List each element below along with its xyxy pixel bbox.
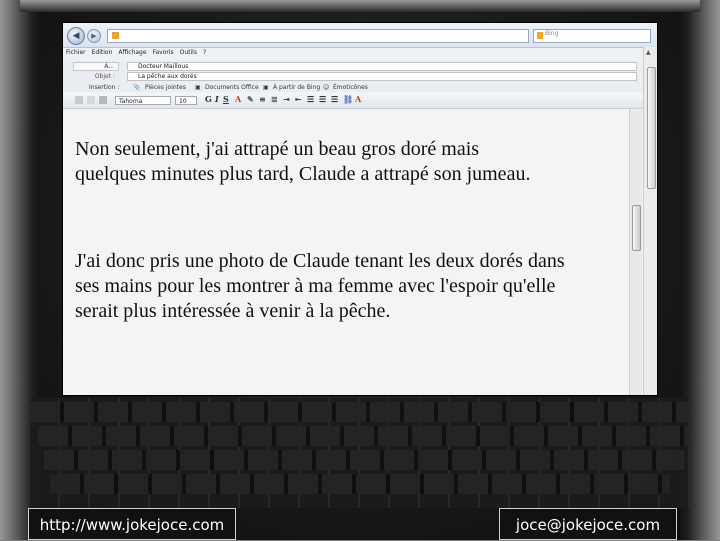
- laptop-screen: ◀ ▶ Bing Fichier Edition Affichage Favoris O…: [62, 22, 658, 396]
- message-paragraph-2: J'ai donc pris une photo de Claude tenan…: [75, 250, 565, 322]
- insert-label: Insertion :: [89, 84, 120, 91]
- align-center-icon[interactable]: ☰: [319, 94, 326, 104]
- address-field[interactable]: [107, 29, 529, 43]
- to-button[interactable]: À...: [73, 62, 119, 71]
- clear-format-icon[interactable]: A: [355, 94, 361, 104]
- window-scroll-thumb[interactable]: [647, 67, 656, 189]
- font-color-icon[interactable]: A: [235, 94, 241, 104]
- from-bing-link[interactable]: À partir de Bing: [273, 83, 320, 92]
- message-scrollbar[interactable]: [629, 109, 642, 395]
- subject-row: Objet : La pêche aux dorés: [63, 72, 657, 81]
- back-arrow-icon[interactable]: ◀: [67, 27, 85, 45]
- laptop-top-edge: [20, 0, 700, 12]
- scroll-up-icon[interactable]: ▲: [646, 49, 651, 56]
- key-row: [30, 402, 690, 422]
- highlight-icon[interactable]: ✎: [247, 94, 254, 104]
- paste-icon[interactable]: [99, 96, 107, 104]
- italic-icon[interactable]: I: [215, 94, 219, 104]
- key-row: [50, 474, 670, 494]
- window-scrollbar[interactable]: ▲: [643, 47, 657, 395]
- to-field[interactable]: Docteur Maillous: [127, 62, 637, 71]
- subject-field[interactable]: La pêche aux dorés: [127, 72, 637, 81]
- forward-arrow-icon[interactable]: ▶: [87, 29, 101, 43]
- message-body[interactable]: Non seulement, j'ai attrapé un beau gros…: [63, 109, 629, 395]
- message-scroll-thumb[interactable]: [632, 205, 641, 251]
- bing-link-icon: ▣: [263, 84, 269, 91]
- copy-icon[interactable]: [87, 96, 95, 104]
- office-icon: ▣: [195, 84, 201, 91]
- emoticon-icon: ☺: [323, 84, 330, 91]
- align-right-icon[interactable]: ☰: [331, 94, 338, 104]
- bold-icon[interactable]: G: [205, 94, 212, 104]
- website-url[interactable]: http://www.jokejoce.com: [28, 508, 236, 540]
- attachments-link[interactable]: Pièces jointes: [145, 83, 186, 92]
- cut-icon[interactable]: [75, 96, 83, 104]
- menu-item-edit[interactable]: Edition: [92, 49, 113, 56]
- office-docs-link[interactable]: Documents Office: [205, 83, 259, 92]
- emoticons-link[interactable]: Émoticônes: [333, 83, 368, 92]
- font-select[interactable]: Tahoma: [115, 96, 171, 105]
- link-icon[interactable]: ⛓: [343, 94, 353, 104]
- align-left-icon[interactable]: ☰: [307, 94, 314, 104]
- message-paragraph-1: Non seulement, j'ai attrapé un beau gros…: [75, 138, 531, 185]
- keyboard: [30, 398, 690, 508]
- numbered-list-icon[interactable]: ≣: [271, 94, 278, 104]
- size-select[interactable]: 10: [175, 96, 197, 105]
- search-label: Bing: [545, 30, 559, 37]
- outdent-icon[interactable]: ⇤: [295, 94, 302, 104]
- list-icon[interactable]: ≡: [259, 94, 266, 104]
- format-toolbar: Tahoma 10 G I S A ✎ ≡ ≣ ⇥ ⇤ ☰ ☰ ☰ ⛓ A: [63, 93, 657, 109]
- insert-row: Insertion : 📎 Pièces jointes ▣ Documents…: [63, 83, 657, 92]
- paperclip-icon: 📎: [133, 84, 141, 91]
- to-row: À... Docteur Maillous: [63, 62, 657, 71]
- subject-label: Objet :: [94, 73, 115, 80]
- page-icon: [112, 32, 119, 39]
- search-field[interactable]: Bing: [533, 29, 651, 43]
- menu-item-tools[interactable]: Outils: [180, 49, 197, 56]
- underline-icon[interactable]: S: [223, 94, 229, 104]
- menu-item-help[interactable]: ?: [203, 49, 206, 56]
- menu-item-favorites[interactable]: Favoris: [153, 49, 174, 56]
- menu-item-file[interactable]: Fichier: [66, 49, 86, 56]
- indent-icon[interactable]: ⇥: [283, 94, 290, 104]
- menu-item-view[interactable]: Affichage: [118, 49, 146, 56]
- browser-nav-bar: ◀ ▶ Bing: [63, 23, 657, 48]
- menu-bar: Fichier Edition Affichage Favoris Outils?: [63, 48, 657, 59]
- compose-fields: À... Docteur Maillous Objet : La pêche a…: [63, 60, 657, 92]
- bing-icon: [537, 32, 543, 39]
- key-row: [44, 450, 684, 470]
- contact-email[interactable]: joce@jokejoce.com: [499, 508, 677, 540]
- key-row: [38, 426, 690, 446]
